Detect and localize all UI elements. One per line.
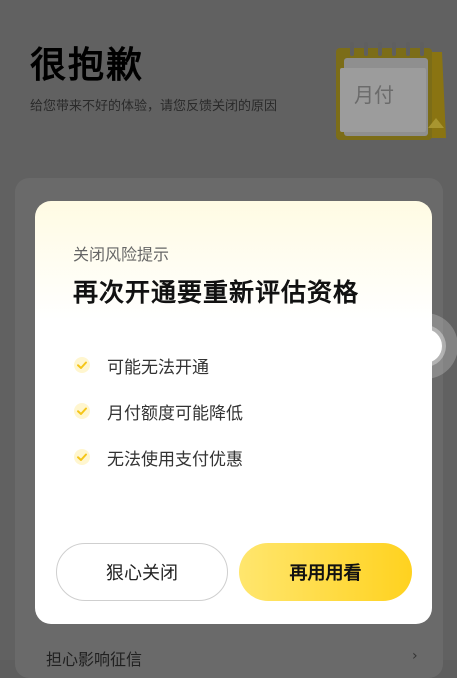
chevron-right-icon: › <box>412 648 418 664</box>
risk-item-text: 月付额度可能降低 <box>107 403 243 424</box>
risk-item-text: 无法使用支付优惠 <box>107 449 243 470</box>
risk-item-text: 可能无法开通 <box>107 357 209 378</box>
retry-button[interactable]: 再用用看 <box>239 543 412 601</box>
risk-item: 可能无法开通 <box>73 353 243 378</box>
dialog-title: 再次开通要重新评估资格 <box>73 278 360 307</box>
check-circle-icon <box>74 449 90 465</box>
reason-item-credit[interactable]: 担心影响征信 <box>46 646 142 670</box>
page-subtitle: 给您带来不好的体验，请您反馈关闭的原因 <box>30 99 278 114</box>
confirm-close-button[interactable]: 狠心关闭 <box>56 543 228 601</box>
calendar-illustration: 月付 <box>336 42 446 140</box>
risk-list: 可能无法开通 月付额度可能降低 无法使用支付优惠 <box>73 353 243 491</box>
close-risk-dialog: 关闭风险提示 再次开通要重新评估资格 可能无法开通 月付额度可能降低 无法使用支… <box>35 201 432 624</box>
risk-item: 月付额度可能降低 <box>73 399 243 424</box>
risk-item: 无法使用支付优惠 <box>73 445 243 470</box>
calendar-label: 月付 <box>354 83 394 107</box>
page-title: 很抱歉 <box>30 45 145 86</box>
dialog-label: 关闭风险提示 <box>73 245 170 264</box>
check-circle-icon <box>74 357 90 373</box>
check-circle-icon <box>74 403 90 419</box>
